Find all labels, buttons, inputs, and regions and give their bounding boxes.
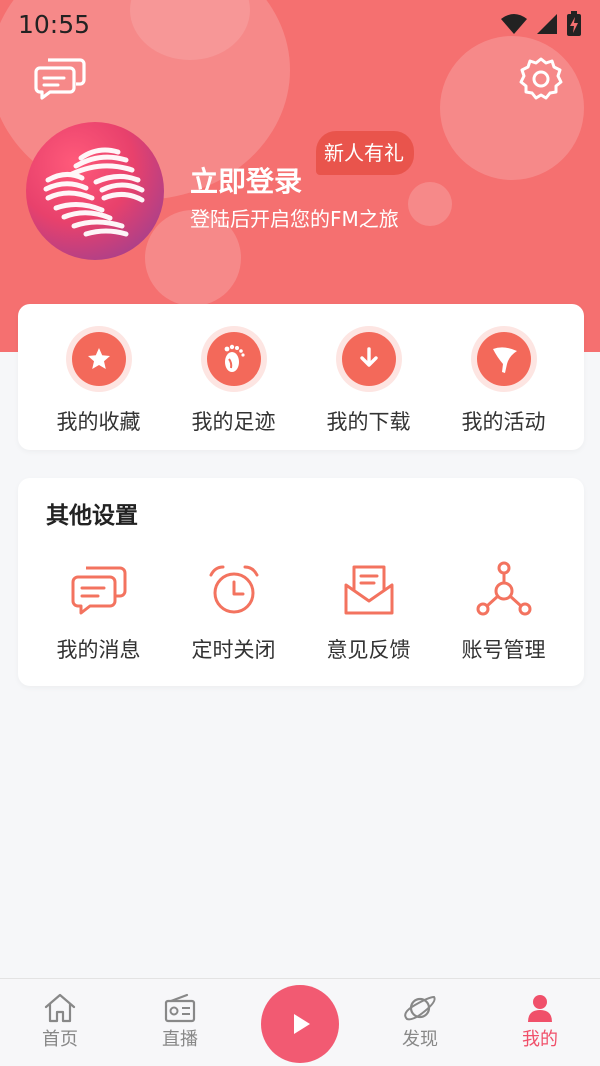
alarm-clock-icon (203, 562, 265, 618)
footprint-icon (200, 326, 267, 392)
messages-label: 我的消息 (56, 638, 141, 662)
tab-discover[interactable]: 发现 (385, 993, 455, 1051)
login-subtitle: 登陆后开启您的FM之旅 (190, 207, 399, 231)
mail-icon (338, 562, 400, 618)
messages-button[interactable]: 我的消息 (31, 562, 166, 664)
feedback-button[interactable]: 意见反馈 (301, 562, 436, 664)
gear-icon[interactable] (518, 56, 564, 106)
planet-icon (404, 995, 436, 1021)
new-user-badge[interactable]: 新人有礼 (316, 131, 414, 175)
messages-icon[interactable] (34, 56, 86, 104)
tab-live-label: 直播 (162, 1029, 198, 1050)
tab-home[interactable]: 首页 (25, 993, 95, 1051)
settings-grid: 我的消息 定时关闭 意见反馈 账号管理 (18, 561, 584, 664)
login-title[interactable]: 立即登录 (190, 160, 302, 200)
message-icon (68, 562, 130, 618)
app-logo-icon (43, 147, 145, 237)
activities-label: 我的活动 (461, 410, 546, 434)
tab-home-label: 首页 (42, 1029, 78, 1050)
activities-button[interactable]: 我的活动 (436, 326, 571, 436)
radio-icon (164, 993, 196, 1023)
play-button[interactable] (261, 985, 339, 1063)
tab-mine[interactable]: 我的 (505, 993, 575, 1051)
home-icon (44, 993, 76, 1023)
tab-mine-label: 我的 (522, 1029, 558, 1050)
account-network-icon (473, 561, 535, 618)
battery-icon (567, 11, 581, 36)
signal-icon (537, 14, 557, 34)
download-icon (335, 326, 402, 392)
user-icon (528, 995, 552, 1022)
footprints-label: 我的足迹 (191, 410, 276, 434)
downloads-button[interactable]: 我的下载 (301, 326, 436, 436)
play-icon (294, 1014, 310, 1034)
account-management-button[interactable]: 账号管理 (436, 561, 571, 664)
star-icon (65, 326, 132, 392)
quick-actions-grid: 我的收藏 我的足迹 我的下载 我的活动 (18, 326, 584, 436)
avatar[interactable] (26, 122, 164, 260)
status-bar: 10:55 (0, 0, 600, 48)
status-icons (500, 11, 582, 37)
status-time: 10:55 (18, 9, 91, 39)
tab-discover-label: 发现 (402, 1029, 438, 1050)
sleep-timer-button[interactable]: 定时关闭 (166, 562, 301, 664)
settings-title: 其他设置 (46, 503, 138, 529)
flag-icon (470, 326, 537, 392)
wifi-icon (501, 14, 527, 34)
settings-card: 其他设置 我的消息 定时关闭 意见反馈 账号管理 (18, 478, 584, 686)
favorites-label: 我的收藏 (56, 410, 141, 434)
sleep-timer-label: 定时关闭 (191, 638, 276, 662)
footprints-button[interactable]: 我的足迹 (166, 326, 301, 436)
downloads-label: 我的下载 (326, 410, 411, 434)
tab-live[interactable]: 直播 (145, 993, 215, 1051)
decor-bubble (408, 182, 452, 226)
favorites-button[interactable]: 我的收藏 (31, 326, 166, 436)
quick-actions-card: 我的收藏 我的足迹 我的下载 我的活动 (18, 304, 584, 450)
feedback-label: 意见反馈 (326, 638, 411, 662)
account-management-label: 账号管理 (461, 638, 546, 662)
